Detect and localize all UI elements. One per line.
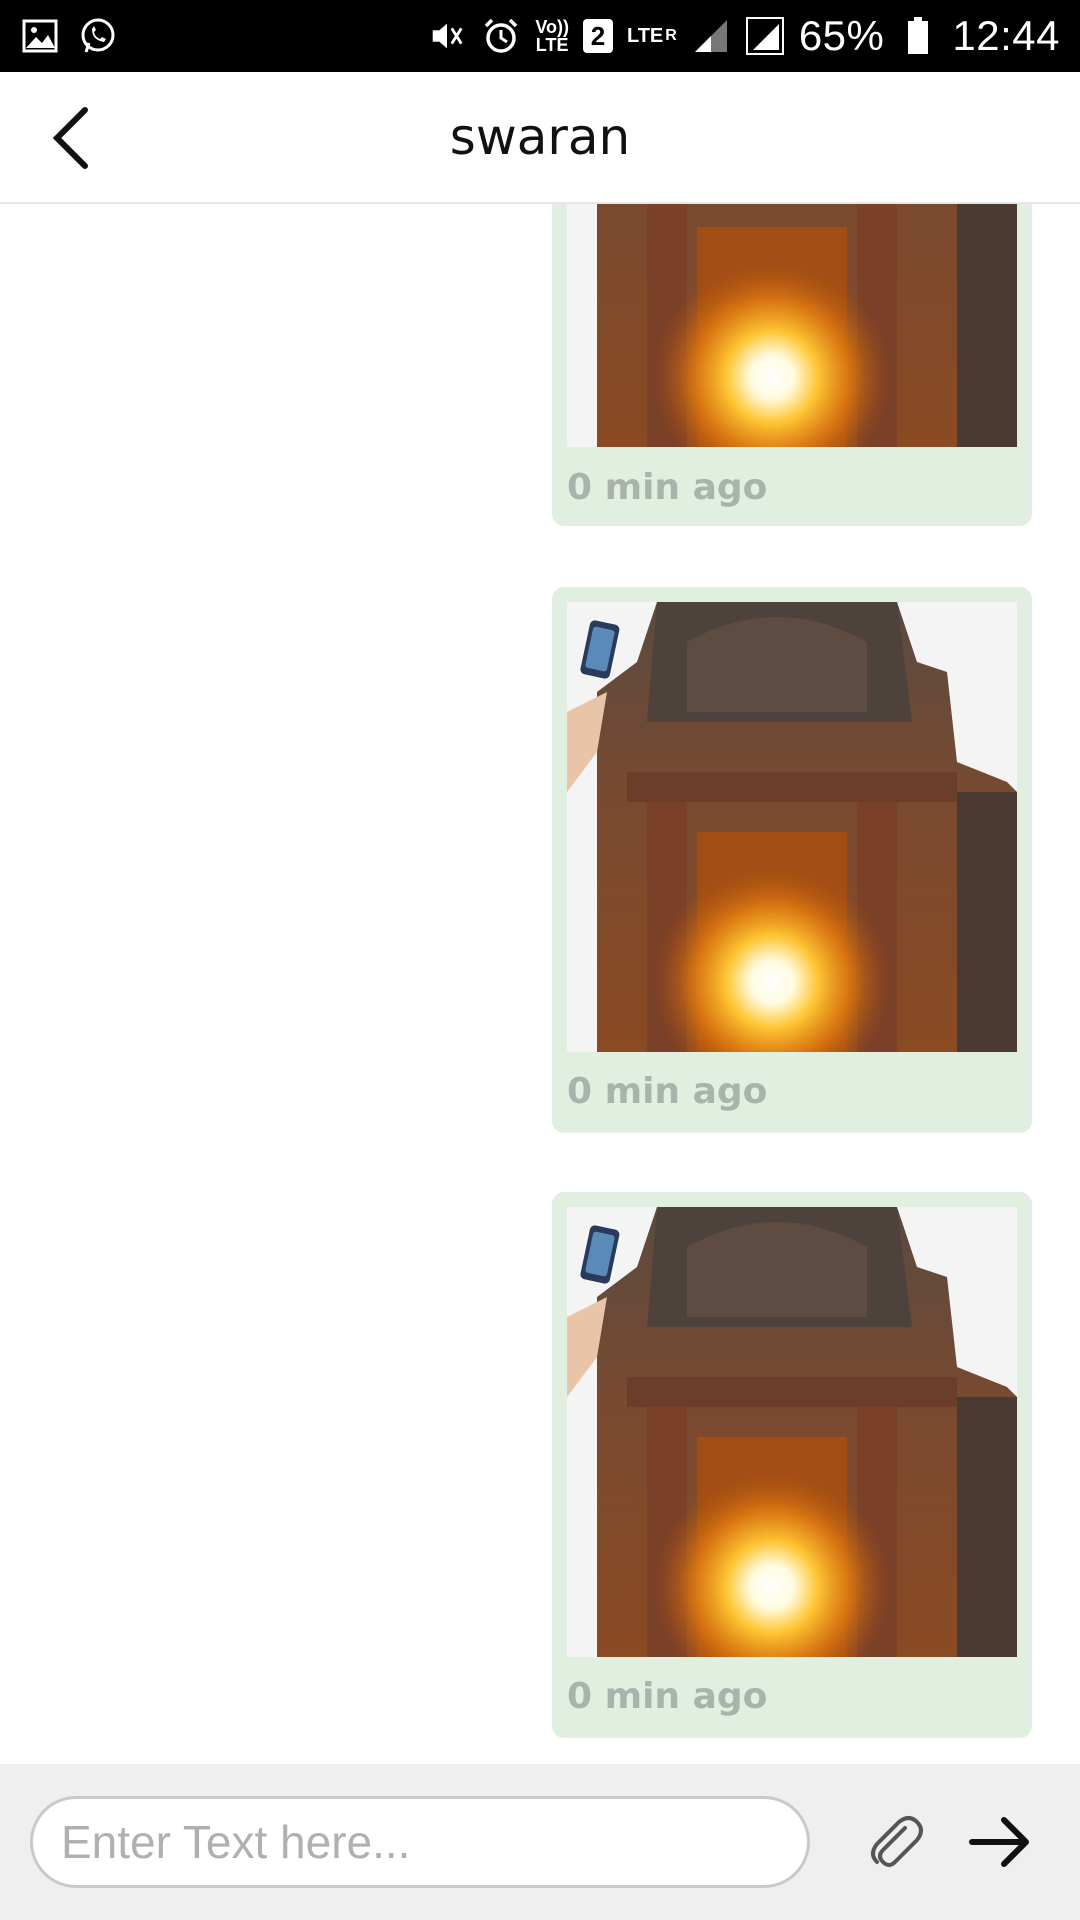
image-attachment[interactable] (567, 602, 1017, 1052)
message-timestamp: 0 min ago (567, 1676, 768, 1717)
sim2-icon: 2 (582, 19, 613, 53)
message-bubble[interactable]: 0 min ago (552, 204, 1032, 526)
battery-icon (898, 16, 938, 56)
paperclip-icon (871, 1816, 923, 1867)
mute-vibrate-icon (427, 16, 467, 56)
chat-title: swaran (449, 108, 631, 166)
arrow-right-icon (969, 1817, 1029, 1867)
message-bubble[interactable]: 0 min ago (552, 587, 1032, 1133)
attach-button[interactable] (862, 1806, 932, 1878)
volte-icon: Vo)) LTE (535, 17, 569, 55)
battery-percent: 65% (798, 12, 885, 59)
chevron-left-icon (52, 107, 88, 169)
send-button[interactable] (960, 1806, 1040, 1878)
gallery-icon (20, 16, 60, 56)
whatsapp-icon (78, 16, 118, 56)
signal-icon (691, 16, 731, 56)
clock: 12:44 (952, 12, 1060, 59)
alarm-icon (481, 16, 521, 56)
message-timestamp: 0 min ago (567, 1071, 768, 1112)
message-list[interactable]: 0 min ago 0 min ago 0 min ago (0, 204, 1080, 1764)
chat-header: swaran (0, 72, 1080, 204)
status-bar: Vo)) LTE 2 LTE R 65% 12:44 (0, 0, 1080, 72)
message-input[interactable] (30, 1796, 810, 1888)
signal-icon-2 (745, 16, 785, 56)
lte-icon: LTE R (626, 25, 677, 47)
image-attachment[interactable] (567, 204, 1017, 447)
message-timestamp: 0 min ago (567, 467, 768, 508)
back-button[interactable] (36, 100, 106, 176)
image-attachment[interactable] (567, 1207, 1017, 1657)
message-composer (0, 1764, 1080, 1920)
message-bubble[interactable]: 0 min ago (552, 1192, 1032, 1738)
